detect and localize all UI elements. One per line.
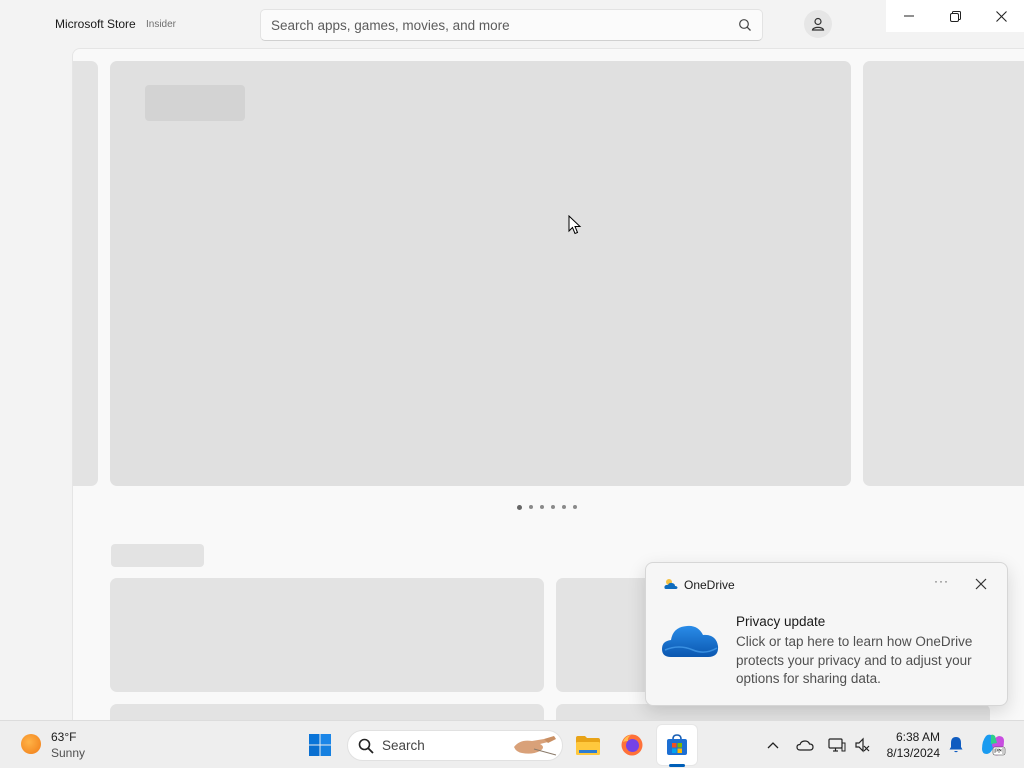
- firefox-button[interactable]: [612, 725, 652, 765]
- taskbar-search-label: Search: [382, 738, 425, 753]
- search-icon[interactable]: [738, 18, 752, 32]
- pager-dot[interactable]: [517, 504, 522, 510]
- close-button[interactable]: [978, 0, 1024, 32]
- notification-bell-icon: [949, 737, 963, 753]
- clock-date[interactable]: 8/13/2024: [878, 746, 940, 760]
- section-title-placeholder: [111, 544, 204, 567]
- insider-badge: Insider: [146, 19, 177, 30]
- notification-title: Privacy update: [736, 614, 826, 629]
- copilot-button[interactable]: [980, 732, 1006, 758]
- windows-start-icon: [309, 734, 331, 756]
- carousel-pager[interactable]: [517, 504, 577, 510]
- weather-temperature: 63°F: [51, 730, 77, 744]
- network-tray-button[interactable]: [827, 735, 847, 755]
- microsoft-store-icon: [667, 734, 687, 755]
- hero-card-next[interactable]: [863, 61, 1024, 486]
- hero-card-previous[interactable]: [73, 61, 98, 486]
- search-icon: [358, 738, 374, 754]
- taskbar: 63°F Sunny Search 6:38 AM 8/13/2024: [0, 720, 1024, 768]
- copilot-icon: [982, 734, 1006, 756]
- clock-time[interactable]: 6:38 AM: [886, 730, 940, 744]
- content-card-placeholder[interactable]: [110, 578, 544, 692]
- app-title: Microsoft Store: [55, 17, 136, 31]
- restore-icon: [949, 10, 961, 22]
- pager-dot[interactable]: [551, 505, 555, 509]
- onedrive-icon: [796, 740, 814, 751]
- minimize-button[interactable]: [886, 0, 932, 32]
- network-icon: [828, 738, 846, 752]
- notifications-button[interactable]: [946, 735, 966, 755]
- account-button[interactable]: [804, 10, 832, 38]
- onedrive-notification[interactable]: OneDrive ··· Privacy update Click or tap…: [645, 562, 1008, 706]
- mouse-cursor-icon: [568, 215, 582, 235]
- notification-close-icon[interactable]: [974, 577, 988, 591]
- notification-app-name: OneDrive: [684, 578, 735, 592]
- pager-dot[interactable]: [573, 505, 577, 509]
- file-explorer-button[interactable]: [568, 725, 608, 765]
- volume-tray-button[interactable]: [852, 735, 872, 755]
- hero-title-placeholder: [145, 85, 245, 121]
- show-hidden-icons-button[interactable]: [763, 735, 783, 755]
- notification-body: Click or tap here to learn how OneDrive …: [736, 634, 973, 686]
- hero-card[interactable]: [110, 61, 851, 486]
- firefox-icon: [621, 734, 643, 756]
- sunny-weather-icon: [21, 734, 41, 754]
- volume-icon: [855, 737, 870, 753]
- pager-dot[interactable]: [562, 505, 566, 509]
- taskbar-search-box[interactable]: Search: [347, 730, 563, 761]
- onedrive-cloud-icon: [662, 625, 719, 657]
- more-options-button[interactable]: ···: [934, 574, 950, 594]
- active-app-indicator: [669, 764, 685, 767]
- close-icon: [995, 10, 1007, 22]
- search-placeholder: Search apps, games, movies, and more: [271, 18, 510, 33]
- pager-dot[interactable]: [540, 505, 544, 509]
- file-explorer-icon: [576, 736, 600, 755]
- title-bar: Microsoft Store Insider Search apps, gam…: [0, 0, 1024, 48]
- microsoft-store-button[interactable]: [657, 725, 697, 765]
- onedrive-app-icon: [664, 579, 678, 589]
- pager-dot[interactable]: [529, 505, 533, 509]
- search-input[interactable]: Search apps, games, movies, and more: [260, 9, 763, 41]
- window-controls: [886, 0, 1024, 32]
- onedrive-tray-button[interactable]: [795, 735, 815, 755]
- start-button[interactable]: [300, 725, 340, 765]
- restore-button[interactable]: [932, 0, 978, 32]
- person-icon: [811, 17, 825, 31]
- search-highlight-illustration-icon: [514, 736, 557, 756]
- content-card-placeholder[interactable]: [556, 704, 990, 720]
- chevron-up-icon: [767, 742, 779, 749]
- weather-condition: Sunny: [51, 746, 86, 760]
- content-card-placeholder[interactable]: [110, 704, 544, 720]
- minimize-icon: [904, 15, 914, 17]
